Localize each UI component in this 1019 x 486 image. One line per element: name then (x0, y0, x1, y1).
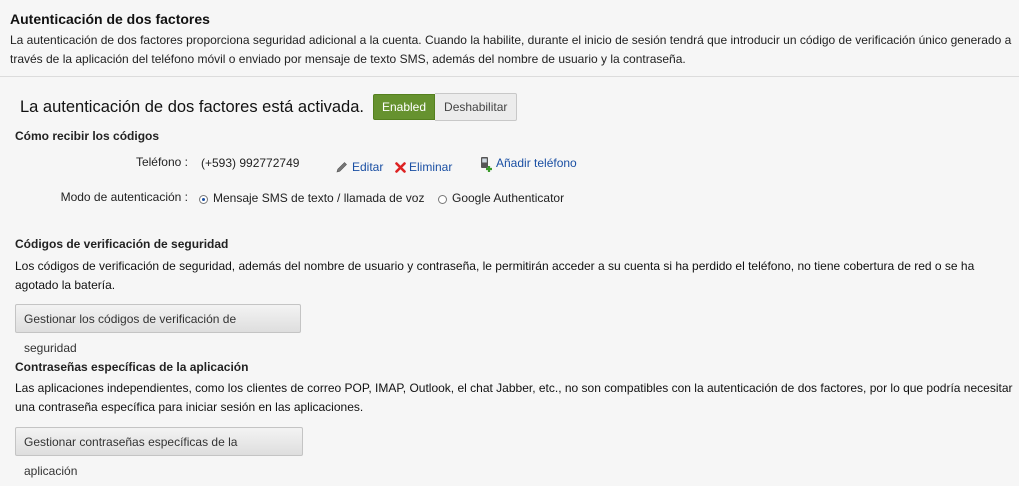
two-factor-status: La autenticación de dos factores está ac… (20, 92, 518, 122)
manage-security-codes-button[interactable]: Gestionar los códigos de verificación de… (15, 304, 301, 355)
add-phone-icon (480, 156, 494, 176)
page-title: Autenticación de dos factores (10, 11, 210, 27)
radio-google-authenticator[interactable] (438, 195, 447, 204)
radio-sms[interactable] (199, 195, 208, 204)
enabled-toggle-button[interactable]: Enabled (372, 94, 436, 120)
auth-mode-label: Modo de autenticación : (60, 190, 188, 204)
pencil-icon (336, 161, 348, 176)
app-passwords-description: Las aplicaciones independientes, como lo… (15, 381, 1013, 414)
receive-codes-title: Cómo recibir los códigos (15, 129, 160, 143)
delete-phone-link[interactable]: Eliminar (409, 160, 452, 174)
add-phone-link[interactable]: Añadir teléfono (496, 156, 577, 170)
manage-app-passwords-button[interactable]: Gestionar contraseñas específicas de la … (15, 427, 303, 478)
security-codes-description: Los códigos de verificación de seguridad… (15, 259, 975, 292)
disable-button[interactable]: Deshabilitar (435, 93, 518, 121)
security-codes-title: Códigos de verificación de seguridad (15, 237, 229, 251)
radio-sms-label[interactable]: Mensaje SMS de texto / llamada de voz (213, 191, 424, 205)
page-description: La autenticación de dos factores proporc… (10, 33, 1012, 66)
phone-value: (+593) 992772749 (201, 156, 300, 170)
phone-label: Teléfono : (135, 155, 188, 169)
delete-x-icon (395, 162, 406, 176)
page-header: Autenticación de dos factores La autenti… (0, 0, 1019, 77)
radio-google-authenticator-label[interactable]: Google Authenticator (452, 191, 564, 205)
edit-phone-link[interactable]: Editar (352, 160, 383, 174)
status-text: La autenticación de dos factores está ac… (20, 97, 364, 116)
app-passwords-title: Contraseñas específicas de la aplicación (15, 360, 249, 374)
